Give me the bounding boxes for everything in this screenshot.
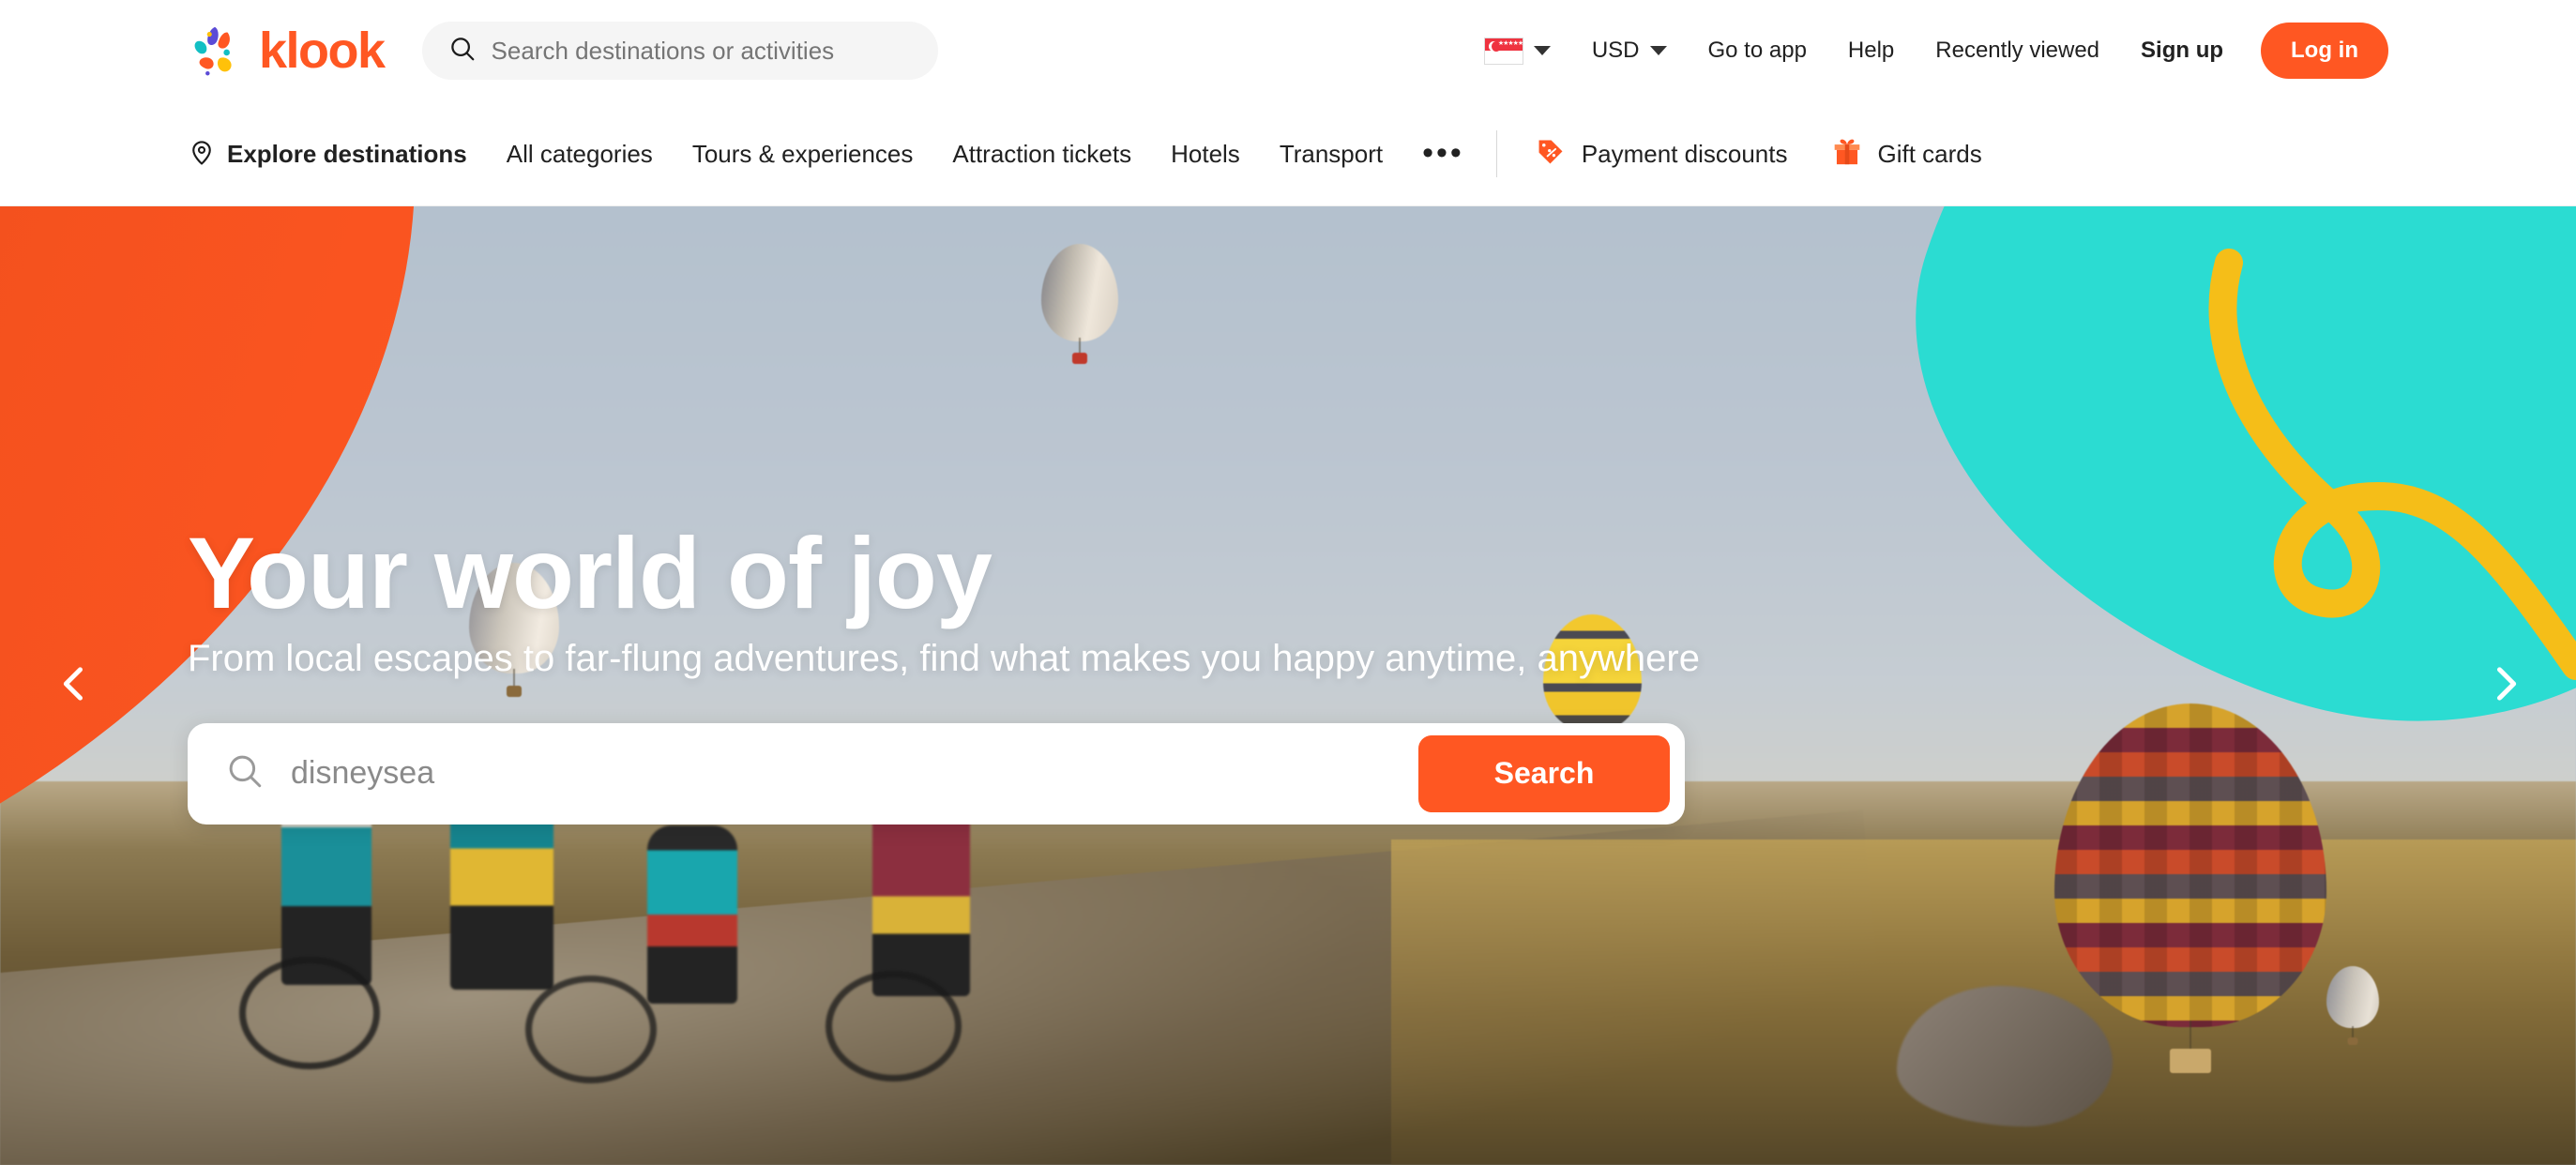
klook-petals-logo-icon (188, 22, 246, 80)
hero-search-button[interactable]: Search (1418, 734, 1670, 812)
nav-item-all-categories[interactable]: All categories (507, 142, 653, 166)
carousel-prev-button[interactable] (41, 653, 107, 719)
ellipsis-icon[interactable]: ••• (1422, 137, 1464, 170)
payment-discounts-label: Payment discounts (1581, 139, 1788, 168)
search-icon (448, 35, 477, 68)
chevron-down-icon (1533, 46, 1551, 55)
nav-item-hotels[interactable]: Hotels (1171, 142, 1240, 166)
hero-search-input[interactable] (291, 755, 1418, 793)
top-header: klook ★★★★★ USD Go to app (0, 0, 2576, 101)
region-selector[interactable]: ★★★★★ (1463, 37, 1571, 65)
chevron-left-icon (50, 659, 98, 713)
sign-up-label: Sign up (2141, 38, 2224, 63)
header-search-input[interactable] (491, 36, 912, 66)
log-in-button[interactable]: Log in (2261, 23, 2388, 79)
category-nav-bar: Explore destinations All categories Tour… (0, 101, 2576, 206)
price-tag-icon (1535, 136, 1567, 172)
gift-box-icon (1831, 136, 1863, 172)
hero-banner: Your world of joy From local escapes to … (0, 206, 2576, 1165)
nav-item-transport[interactable]: Transport (1280, 142, 1383, 166)
nav-item-gift-cards[interactable]: Gift cards (1831, 136, 1982, 172)
nav-item-tours-experiences[interactable]: Tours & experiences (692, 142, 914, 166)
nav-item-attraction-tickets[interactable]: Attraction tickets (952, 142, 1131, 166)
carousel-next-button[interactable] (2473, 653, 2538, 719)
gift-cards-label: Gift cards (1877, 139, 1982, 168)
hero-title: Your world of joy (188, 516, 993, 630)
help-link[interactable]: Help (1827, 39, 1915, 62)
nav-item-payment-discounts[interactable]: Payment discounts (1535, 136, 1788, 172)
currency-label: USD (1591, 38, 1640, 63)
currency-selector[interactable]: USD (1571, 39, 1688, 62)
nav-all-categories-label: All categories (506, 139, 653, 168)
nav-item-explore-destinations[interactable]: Explore destinations (188, 138, 467, 170)
nav-transport-label: Transport (1279, 139, 1384, 168)
header-search-box[interactable] (421, 22, 938, 80)
nav-divider (1495, 129, 1497, 177)
go-to-app-label: Go to app (1707, 38, 1807, 63)
singapore-flag-icon: ★★★★★ (1483, 37, 1523, 65)
chevron-right-icon (2481, 659, 2530, 713)
sign-up-link[interactable]: Sign up (2120, 39, 2244, 62)
help-label: Help (1847, 38, 1895, 63)
header-right-group: ★★★★★ USD Go to app Help Recently viewed… (1463, 23, 2388, 79)
nav-explore-label: Explore destinations (227, 139, 467, 168)
hero-search-box[interactable]: Search (188, 722, 1685, 825)
klook-logo[interactable]: klook (188, 22, 386, 80)
recently-viewed-label: Recently viewed (1935, 38, 2100, 63)
go-to-app-link[interactable]: Go to app (1688, 39, 1827, 62)
nav-tours-label: Tours & experiences (691, 139, 914, 168)
search-icon (225, 751, 265, 795)
nav-hotels-label: Hotels (1171, 139, 1240, 168)
recently-viewed-link[interactable]: Recently viewed (1915, 39, 2120, 62)
brand-name: klook (259, 23, 386, 79)
nav-attractions-label: Attraction tickets (952, 139, 1132, 168)
hero-subtitle: From local escapes to far-flung adventur… (188, 637, 1700, 679)
location-pin-icon (188, 138, 216, 170)
hero-content: Your world of joy From local escapes to … (188, 206, 2388, 1165)
chevron-down-icon (1649, 46, 1667, 55)
